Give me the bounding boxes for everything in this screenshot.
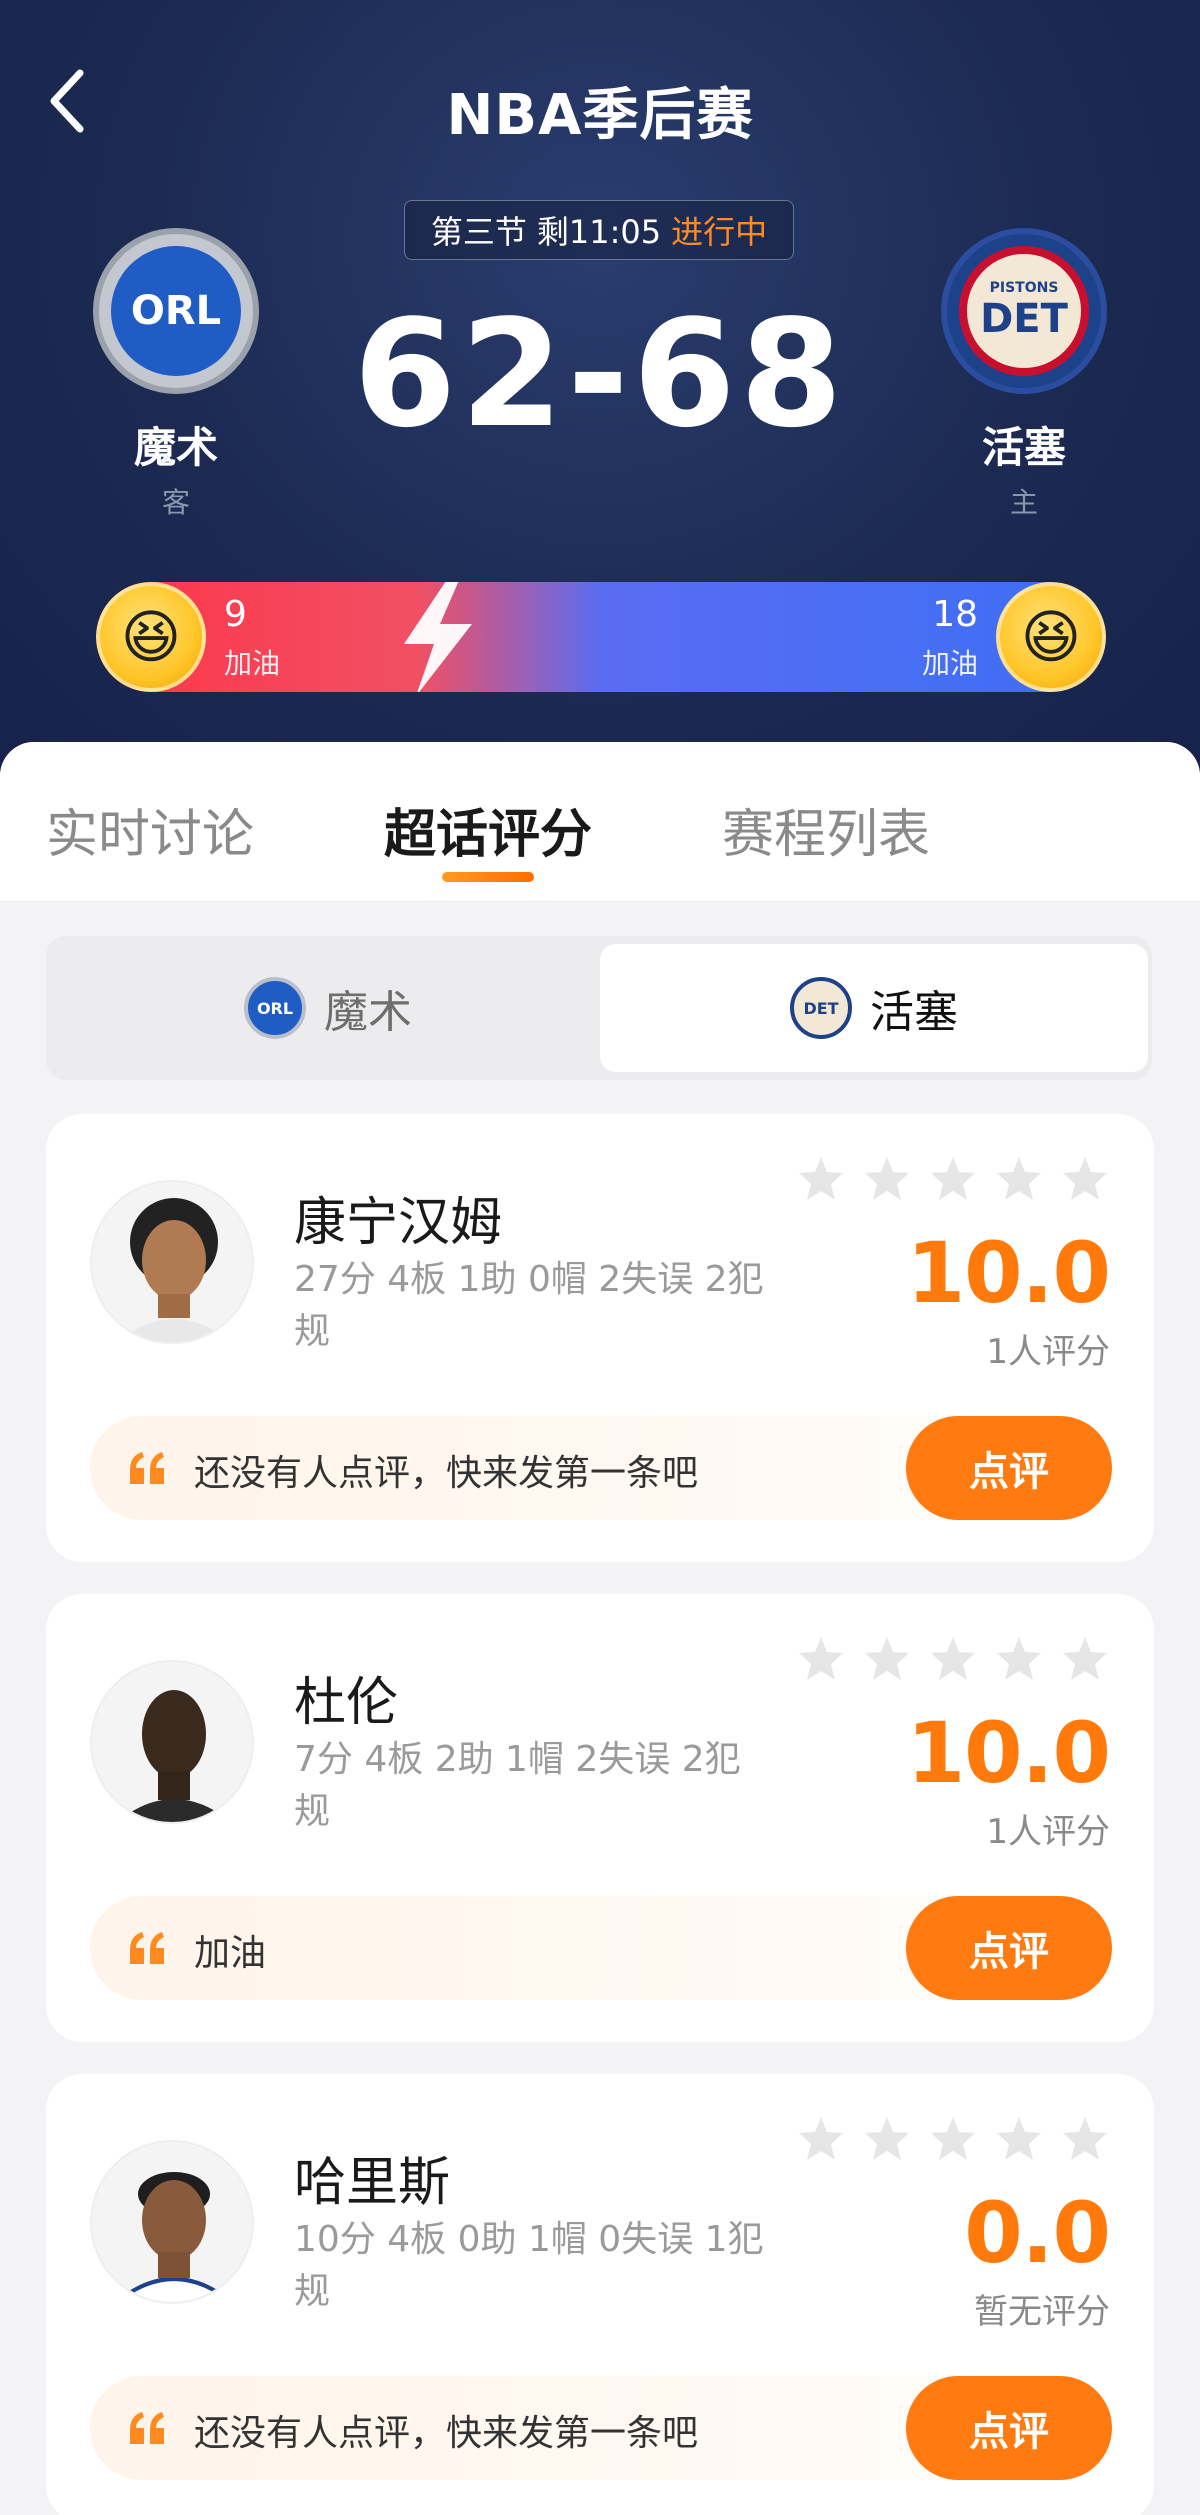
star-icon[interactable] [994, 1634, 1044, 1684]
content-panel: 实时讨论 超话评分 赛程列表 ORL 魔术 DET 活塞 康宁汉姆 27分 4板… [0, 742, 1200, 2515]
team-switch-away[interactable]: ORL 魔术 [54, 944, 602, 1072]
star-icon[interactable] [1060, 1154, 1110, 1204]
game-period: 第三节 [430, 213, 527, 251]
player-photo-icon [92, 2142, 252, 2302]
player-card: 哈里斯 10分 4板 0助 1帽 0失误 1犯规 0.0 暂无评分 还没有人点评… [46, 2074, 1154, 2515]
tab-live-discussion[interactable]: 实时讨论 [46, 792, 254, 867]
player-avatar[interactable] [90, 2140, 254, 2304]
quote-icon [130, 2412, 164, 2444]
game-live-state: 进行中 [671, 213, 768, 251]
player-stats: 27分 4板 1助 0帽 2失误 2犯规 [294, 1259, 764, 1352]
home-team-role: 主 [1009, 486, 1038, 519]
away-team-mini-logo: ORL [244, 977, 306, 1039]
player-rating-score: 10.0 [906, 1224, 1111, 1322]
star-icon[interactable] [1060, 1634, 1110, 1684]
star-icon[interactable] [928, 2114, 978, 2164]
quote-icon [130, 1932, 164, 1964]
away-cheer-count: 9 [224, 594, 247, 635]
page-title: NBA季后赛 [446, 83, 754, 148]
team-switch-away-label: 魔术 [324, 987, 412, 1038]
lightning-icon [404, 582, 472, 692]
comment-text: 加油 [194, 1933, 267, 1974]
star-icon[interactable] [1060, 2114, 1110, 2164]
comment-row[interactable]: 还没有人点评，快来发第一条吧 点评 [90, 2376, 1112, 2480]
away-team-logo: ORL [93, 228, 259, 394]
away-team-role: 客 [161, 486, 190, 519]
home-logo-text: DET [980, 296, 1068, 342]
review-button[interactable]: 点评 [906, 1896, 1112, 2000]
player-name: 康宁汉姆 [294, 1193, 503, 1253]
team-switch-home[interactable]: DET 活塞 [600, 944, 1148, 1072]
star-icon[interactable] [928, 1154, 978, 1204]
review-button[interactable]: 点评 [906, 1416, 1112, 1520]
player-stats: 10分 4板 0助 1帽 0失误 1犯规 [294, 2219, 764, 2312]
team-switch: ORL 魔术 DET 活塞 [46, 936, 1152, 1080]
star-rating-input[interactable] [796, 1634, 1110, 1684]
match-header: NBA季后赛 第三节 剩11:05 进行中 62-68 ORL 魔术 客 PIS… [0, 0, 1200, 790]
player-card: 杜伦 7分 4板 2助 1帽 2失误 2犯规 10.0 1人评分 加油 点评 [46, 1594, 1154, 2042]
home-logo-subtext: PISTONS [989, 280, 1059, 296]
star-icon[interactable] [796, 1154, 846, 1204]
home-team[interactable]: PISTONS DET 活塞 主 [934, 228, 1114, 521]
player-rating-score: 0.0 [964, 2184, 1111, 2282]
home-cheer-emoji-button[interactable]: 😆 [996, 582, 1106, 692]
player-rating-count: 暂无评分 [974, 2292, 1110, 2332]
player-stats: 7分 4板 2助 1帽 2失误 2犯规 [294, 1739, 741, 1832]
star-rating-input[interactable] [796, 2114, 1110, 2164]
cheer-bar: 😆 9 加油 18 加油 😆 [96, 582, 1106, 692]
quote-icon [130, 1452, 164, 1484]
player-rating-count: 1人评分 [986, 1812, 1110, 1852]
game-clock: 剩11:05 [536, 213, 662, 251]
active-tab-indicator [442, 872, 534, 882]
comment-text: 还没有人点评，快来发第一条吧 [194, 1453, 699, 1494]
player-photo-icon [92, 1662, 252, 1822]
away-team[interactable]: ORL 魔术 客 [86, 228, 266, 521]
away-logo-text: ORL [130, 288, 222, 334]
player-card: 康宁汉姆 27分 4板 1助 0帽 2失误 2犯规 10.0 1人评分 还没有人… [46, 1114, 1154, 1562]
away-team-name: 魔术 [133, 423, 218, 472]
tab-schedule[interactable]: 赛程列表 [722, 792, 930, 867]
star-icon[interactable] [994, 2114, 1044, 2164]
star-icon[interactable] [862, 1634, 912, 1684]
player-photo-icon [92, 1182, 252, 1342]
home-team-mini-logo: DET [790, 977, 852, 1039]
star-icon[interactable] [862, 1154, 912, 1204]
star-icon[interactable] [862, 2114, 912, 2164]
tab-bar: 实时讨论 超话评分 赛程列表 [0, 742, 1200, 902]
laughing-emoji-icon: 😆 [1020, 603, 1082, 671]
tab-player-rating[interactable]: 超话评分 [384, 792, 592, 867]
star-icon[interactable] [796, 2114, 846, 2164]
game-status: 第三节 剩11:05 进行中 [404, 200, 794, 260]
home-cheer-label: 加油 [921, 647, 978, 680]
home-team-name: 活塞 [981, 423, 1066, 472]
player-avatar[interactable] [90, 1180, 254, 1344]
home-team-logo: PISTONS DET [941, 228, 1107, 394]
star-icon[interactable] [928, 1634, 978, 1684]
player-rating-score: 10.0 [906, 1704, 1111, 1802]
away-cheer-emoji-button[interactable]: 😆 [96, 582, 206, 692]
laughing-emoji-icon: 😆 [120, 603, 182, 671]
player-name: 哈里斯 [294, 2153, 451, 2213]
comment-row[interactable]: 还没有人点评，快来发第一条吧 点评 [90, 1416, 1112, 1520]
star-icon[interactable] [796, 1634, 846, 1684]
player-rating-count: 1人评分 [986, 1332, 1110, 1372]
star-icon[interactable] [994, 1154, 1044, 1204]
player-name: 杜伦 [294, 1673, 399, 1733]
away-cheer-label: 加油 [224, 647, 281, 680]
comment-row[interactable]: 加油 点评 [90, 1896, 1112, 2000]
comment-text: 还没有人点评，快来发第一条吧 [194, 2413, 699, 2454]
star-rating-input[interactable] [796, 1154, 1110, 1204]
team-switch-home-label: 活塞 [870, 987, 958, 1038]
review-button[interactable]: 点评 [906, 2376, 1112, 2480]
player-avatar[interactable] [90, 1660, 254, 1824]
home-cheer-count: 18 [932, 594, 978, 635]
